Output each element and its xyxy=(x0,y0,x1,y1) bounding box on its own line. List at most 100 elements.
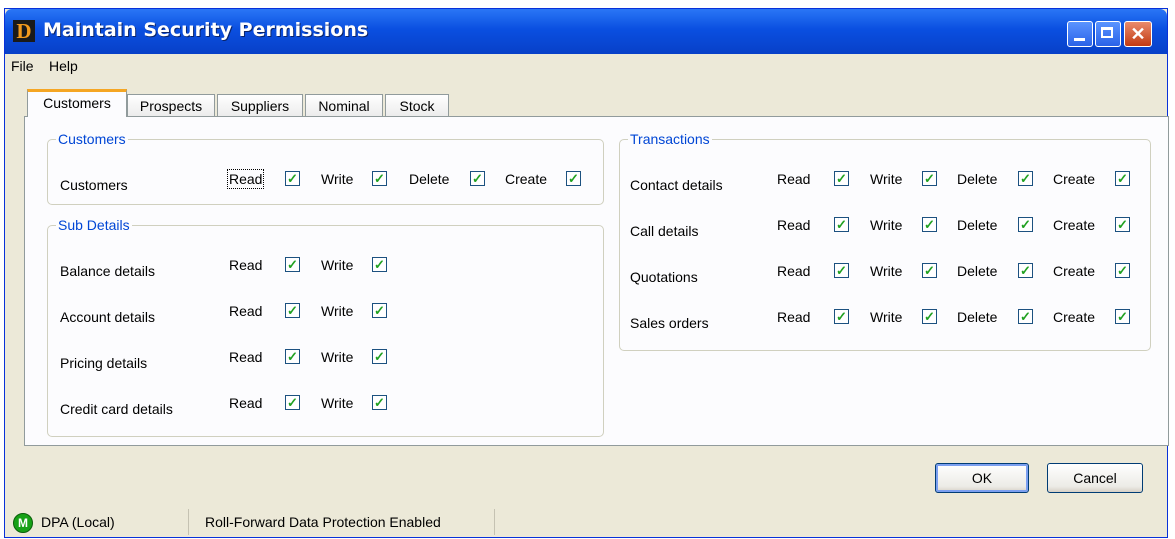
write-checkbox[interactable]: ✓ xyxy=(922,217,937,232)
read-checkbox[interactable]: ✓ xyxy=(834,217,849,232)
read-checkbox[interactable]: ✓ xyxy=(285,303,300,318)
read-checkbox[interactable]: ✓ xyxy=(834,171,849,186)
permission-row-label: Balance details xyxy=(60,263,155,279)
check-icon: ✓ xyxy=(836,171,847,186)
delete-label: Delete xyxy=(957,171,998,187)
create-label: Create xyxy=(1053,217,1096,233)
check-icon: ✓ xyxy=(287,395,298,410)
check-icon: ✓ xyxy=(287,257,298,272)
create-checkbox[interactable]: ✓ xyxy=(1115,171,1130,186)
create-checkbox[interactable]: ✓ xyxy=(1115,263,1130,278)
status-bar: M DPA (Local) Roll-Forward Data Protecti… xyxy=(5,507,1167,537)
permission-row-label: Pricing details xyxy=(60,355,148,371)
read-label: Read xyxy=(777,171,811,187)
read-label: Read xyxy=(777,309,811,325)
check-icon: ✓ xyxy=(1020,309,1031,324)
read-checkbox[interactable]: ✓ xyxy=(285,395,300,410)
write-checkbox[interactable]: ✓ xyxy=(372,395,387,410)
tab-stock[interactable]: Stock xyxy=(385,94,449,116)
menu-help[interactable]: Help xyxy=(49,58,78,74)
permission-row-label: Sales orders xyxy=(630,315,709,331)
minimize-icon xyxy=(1074,38,1085,41)
delete-checkbox[interactable]: ✓ xyxy=(1018,217,1033,232)
read-checkbox[interactable]: ✓ xyxy=(285,171,300,186)
title-bar[interactable]: D Maintain Security Permissions ✕ xyxy=(5,9,1167,54)
window-title: Maintain Security Permissions xyxy=(43,19,369,41)
create-checkbox[interactable]: ✓ xyxy=(1115,309,1130,324)
check-icon: ✓ xyxy=(924,217,935,232)
write-label: Write xyxy=(321,171,354,187)
delete-checkbox[interactable]: ✓ xyxy=(1018,171,1033,186)
read-label: Read xyxy=(777,263,811,279)
check-icon: ✓ xyxy=(374,395,385,410)
app-logo-icon: D xyxy=(13,20,35,42)
create-checkbox[interactable]: ✓ xyxy=(1115,217,1130,232)
customers-group-legend: Customers xyxy=(58,131,126,147)
check-icon: ✓ xyxy=(1020,263,1031,278)
delete-checkbox[interactable]: ✓ xyxy=(1018,263,1033,278)
write-checkbox[interactable]: ✓ xyxy=(372,303,387,318)
minimize-button[interactable] xyxy=(1067,21,1093,47)
check-icon: ✓ xyxy=(836,263,847,278)
permission-row-label: Customers xyxy=(60,177,128,193)
close-button[interactable]: ✕ xyxy=(1124,21,1152,47)
check-icon: ✓ xyxy=(924,263,935,278)
read-label[interactable]: Read xyxy=(226,169,265,189)
customers-tab-panel: Customers Customers Read ✓ Write ✓ Delet… xyxy=(24,116,1169,446)
delete-label: Delete xyxy=(409,171,450,187)
check-icon: ✓ xyxy=(287,303,298,318)
tab-nominal[interactable]: Nominal xyxy=(305,94,383,116)
sub-details-group-legend: Sub Details xyxy=(58,217,130,233)
check-icon: ✓ xyxy=(1117,263,1128,278)
main-window: D Maintain Security Permissions ✕ File H… xyxy=(4,8,1169,538)
create-label: Create xyxy=(505,171,548,187)
transactions-group: Transactions Contact details Read ✓ Writ… xyxy=(619,131,1151,351)
read-checkbox[interactable]: ✓ xyxy=(834,309,849,324)
write-label: Write xyxy=(870,171,903,187)
write-label: Write xyxy=(870,309,903,325)
check-icon: ✓ xyxy=(374,257,385,272)
data-protection-status: Roll-Forward Data Protection Enabled xyxy=(199,509,495,535)
cancel-button[interactable]: Cancel xyxy=(1047,463,1143,493)
menu-file[interactable]: File xyxy=(11,58,34,74)
delete-checkbox[interactable]: ✓ xyxy=(470,171,485,186)
check-icon: ✓ xyxy=(1117,171,1128,186)
connection-status: DPA (Local) xyxy=(37,509,189,535)
menu-bar: File Help xyxy=(5,56,1167,78)
permission-row-label: Contact details xyxy=(630,177,723,193)
tab-customers[interactable]: Customers xyxy=(27,89,127,117)
write-checkbox[interactable]: ✓ xyxy=(372,349,387,364)
delete-checkbox[interactable]: ✓ xyxy=(1018,309,1033,324)
permission-row-label: Quotations xyxy=(630,269,698,285)
delete-label: Delete xyxy=(957,217,998,233)
write-label: Write xyxy=(870,263,903,279)
transactions-group-legend: Transactions xyxy=(630,131,710,147)
create-label: Create xyxy=(1053,171,1096,187)
read-label: Read xyxy=(229,257,263,273)
ok-button[interactable]: OK xyxy=(935,463,1029,493)
connection-status-icon: M xyxy=(13,513,33,533)
write-checkbox[interactable]: ✓ xyxy=(372,257,387,272)
tab-suppliers[interactable]: Suppliers xyxy=(217,94,303,116)
check-icon: ✓ xyxy=(374,171,385,186)
write-checkbox[interactable]: ✓ xyxy=(922,309,937,324)
create-checkbox[interactable]: ✓ xyxy=(566,171,581,186)
read-checkbox[interactable]: ✓ xyxy=(285,257,300,272)
check-icon: ✓ xyxy=(374,303,385,318)
check-icon: ✓ xyxy=(924,309,935,324)
read-label: Read xyxy=(229,349,263,365)
customers-group: Customers Customers Read ✓ Write ✓ Delet… xyxy=(47,131,604,205)
write-label: Write xyxy=(321,257,354,273)
write-label: Write xyxy=(321,395,354,411)
close-icon: ✕ xyxy=(1130,24,1146,44)
write-checkbox[interactable]: ✓ xyxy=(922,171,937,186)
write-checkbox[interactable]: ✓ xyxy=(922,263,937,278)
create-label: Create xyxy=(1053,309,1096,325)
tab-prospects[interactable]: Prospects xyxy=(127,94,215,116)
check-icon: ✓ xyxy=(568,171,579,186)
read-checkbox[interactable]: ✓ xyxy=(285,349,300,364)
write-checkbox[interactable]: ✓ xyxy=(372,171,387,186)
maximize-button[interactable] xyxy=(1095,21,1121,47)
read-checkbox[interactable]: ✓ xyxy=(834,263,849,278)
check-icon: ✓ xyxy=(472,171,483,186)
